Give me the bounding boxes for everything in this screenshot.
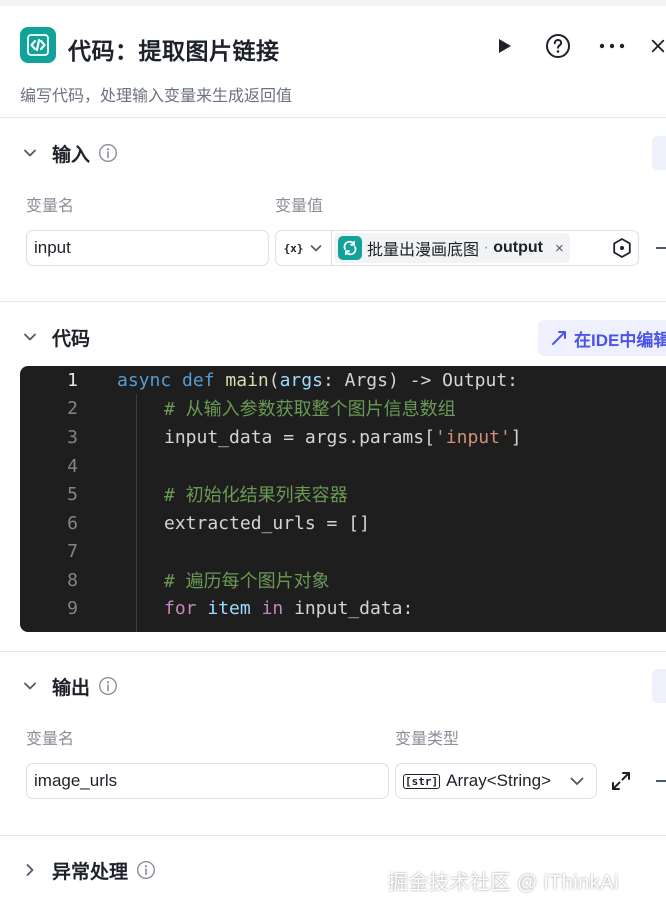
chevron-down-icon — [311, 245, 322, 252]
code-text: # 初始化结果列表容器 — [164, 485, 348, 506]
info-icon[interactable] — [136, 860, 156, 880]
value-type-select[interactable]: {x} — [276, 231, 332, 265]
line-number: 1 — [67, 369, 78, 391]
add-input-button[interactable] — [652, 136, 666, 170]
info-icon[interactable] — [98, 676, 118, 696]
line-number: 6 — [67, 512, 78, 534]
output-section: 输出 变量名 变量类型 image_urls [str] Array<Strin… — [0, 652, 666, 836]
input-section-title: 输入 — [52, 144, 91, 166]
code-line: 3 input_data = args.params['input'] — [20, 423, 666, 451]
node-header: 代码：提取图片链接 编写代码，处理输入变量来生成返回值 — [0, 6, 666, 118]
code-line: 6 extracted_urls = [] — [20, 509, 666, 537]
chevron-down-icon — [20, 327, 40, 347]
code-text: extracted_urls = [] — [164, 512, 370, 534]
line-number: 9 — [67, 597, 78, 619]
more-button[interactable] — [596, 30, 628, 62]
add-output-button[interactable] — [652, 669, 666, 703]
code-line: 2 # 从输入参数获取整个图片信息数组 — [20, 394, 666, 422]
target-icon[interactable] — [611, 237, 633, 264]
reference-field-name: output — [493, 239, 543, 256]
code-editor[interactable]: 1 async def main(args: Args) -> Output: … — [20, 366, 666, 632]
code-line: 5 # 初始化结果列表容器 — [20, 480, 666, 508]
reference-separator: · — [479, 239, 494, 256]
line-number: 4 — [67, 455, 78, 477]
line-number: 2 — [67, 397, 78, 419]
input-col-name-label: 变量名 — [26, 198, 75, 215]
chevron-down-icon — [570, 777, 584, 786]
watermark: 掘金技术社区 @ iThinkAi — [388, 872, 620, 894]
line-number: 5 — [67, 483, 78, 505]
help-icon — [546, 34, 570, 58]
output-var-name-field[interactable]: image_urls — [26, 763, 389, 799]
error-section-header[interactable]: 异常处理 — [20, 855, 156, 885]
input-section-header[interactable]: 输入 — [20, 138, 118, 168]
node-description[interactable]: 编写代码，处理输入变量来生成返回值 — [20, 82, 292, 106]
code-text: input_data = args.params['input'] — [164, 426, 522, 448]
loop-icon — [338, 236, 362, 260]
code-text: async def main(args: Args) -> Output: — [117, 369, 519, 391]
run-button[interactable] — [488, 30, 520, 62]
close-icon — [651, 39, 665, 53]
output-section-header[interactable]: 输出 — [20, 671, 118, 701]
code-line: 1 async def main(args: Args) -> Output: — [20, 366, 666, 394]
edit-in-ide-button[interactable]: 在IDE中编辑 — [538, 320, 666, 356]
remove-reference-button[interactable]: × — [555, 240, 564, 257]
code-node-panel: 代码：提取图片链接 编写代码，处理输入变量来生成返回值 输入 变量名 变量值 i… — [0, 0, 666, 918]
code-section-header[interactable]: 代码 — [20, 322, 90, 352]
output-section-title: 输出 — [52, 677, 91, 699]
output-col-type-label: 变量类型 — [395, 731, 460, 748]
code-section-title: 代码 — [52, 328, 91, 350]
error-section-title: 异常处理 — [52, 861, 129, 883]
input-col-value-label: 变量值 — [275, 198, 324, 215]
type-glyph: [str] — [403, 773, 441, 789]
code-text: for item in input_data: — [164, 597, 414, 619]
external-edit-icon — [552, 331, 566, 345]
line-number: 3 — [67, 426, 78, 448]
code-text: # 遍历每个图片对象 — [164, 571, 330, 592]
type-glyph: {x} — [283, 241, 304, 255]
output-type-value: Array<String> — [446, 771, 552, 790]
code-line: 4 — [20, 452, 666, 480]
remove-input-row-button[interactable] — [656, 247, 666, 249]
chevron-right-icon — [20, 860, 40, 880]
edit-in-ide-label: 在IDE中编辑 — [574, 330, 666, 350]
node-title[interactable]: 代码：提取图片链接 — [68, 32, 280, 66]
output-type-select[interactable]: [str] Array<String> — [395, 763, 597, 799]
code-text: # 从输入参数获取整个图片信息数组 — [164, 399, 456, 420]
input-var-name-field[interactable]: input — [26, 230, 269, 266]
play-icon — [499, 39, 511, 53]
remove-output-row-button[interactable] — [656, 780, 666, 782]
line-number: 8 — [67, 569, 78, 591]
expand-icon[interactable] — [610, 770, 632, 797]
more-icon — [599, 43, 625, 49]
input-section: 输入 变量名 变量值 input {x} 批量出漫画底图 · output × — [0, 118, 666, 302]
help-button[interactable] — [542, 30, 574, 62]
chevron-down-icon — [20, 676, 40, 696]
reference-tag[interactable]: 批量出漫画底图 · output × — [334, 233, 570, 263]
info-icon[interactable] — [98, 143, 118, 163]
line-number: 7 — [67, 540, 78, 562]
code-line: 8 # 遍历每个图片对象 — [20, 566, 666, 594]
chevron-down-icon — [20, 143, 40, 163]
code-line: 7 — [20, 537, 666, 565]
output-col-name-label: 变量名 — [26, 731, 75, 748]
close-button[interactable] — [650, 30, 666, 62]
code-line: 9 for item in input_data: — [20, 594, 666, 622]
code-node-icon — [20, 27, 56, 63]
reference-node-name: 批量出漫画底图 — [367, 242, 480, 259]
